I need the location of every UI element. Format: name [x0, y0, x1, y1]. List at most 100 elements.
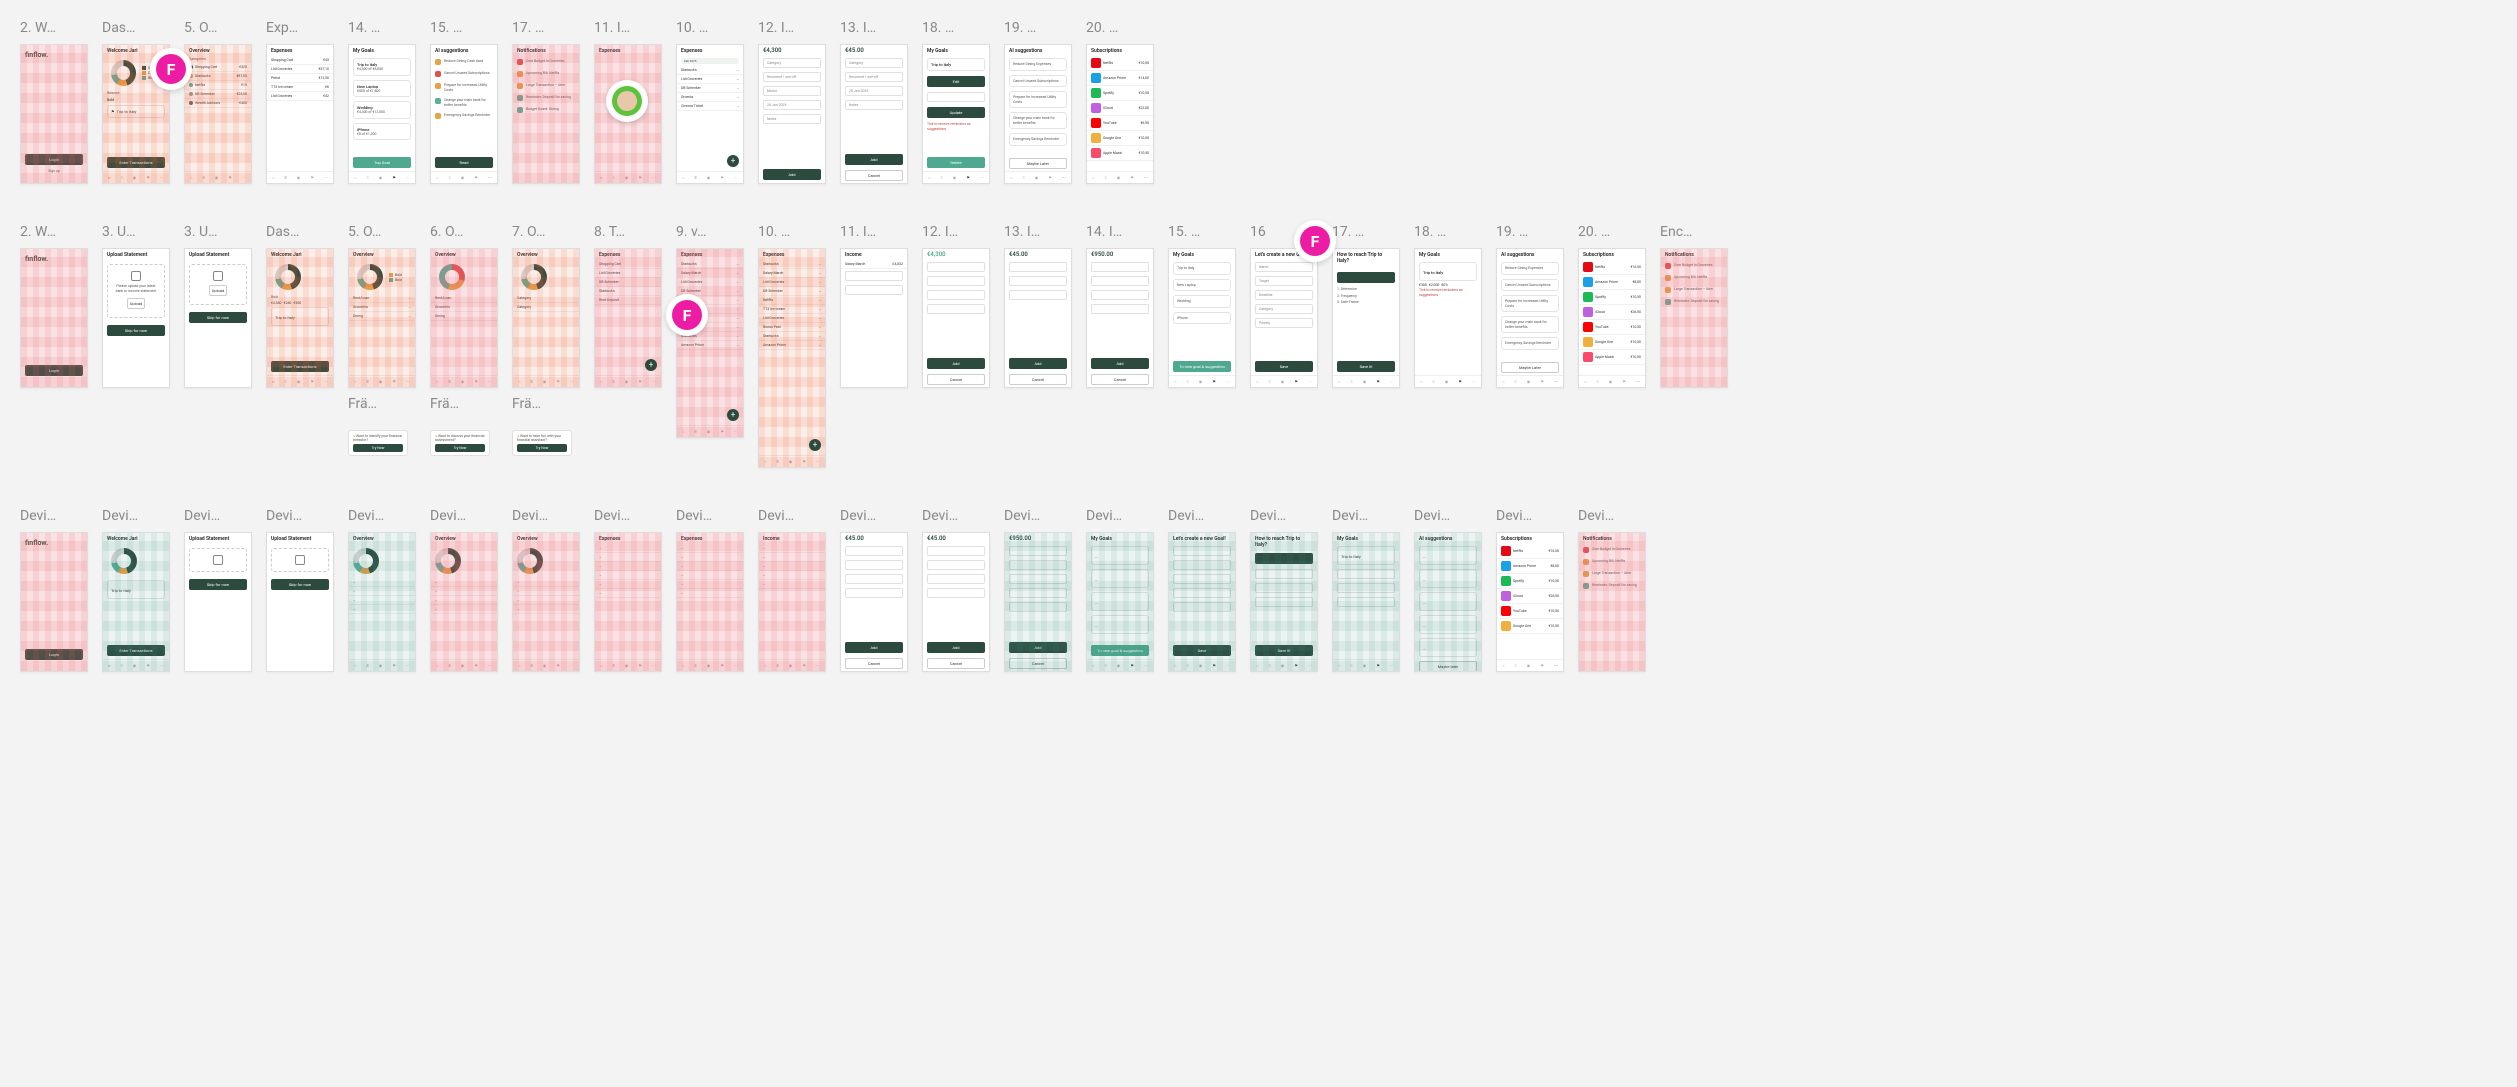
- frame-label[interactable]: Devi…: [1332, 508, 1400, 526]
- frame-income[interactable]: Income Salary March£4,832: [840, 248, 908, 388]
- frame-label[interactable]: 19. …: [1004, 20, 1072, 38]
- card[interactable]: …: [1419, 546, 1477, 565]
- frame-label[interactable]: Devi…: [102, 508, 170, 526]
- figma-canvas[interactable]: 2. W… finflow. Login Sign up Das… Welcom…: [20, 20, 2497, 672]
- frame-new-goal[interactable]: Let's create a new Goal! Name Target Dea…: [1250, 248, 1318, 388]
- expense-row[interactable]: Lidl Groceries…: [759, 278, 825, 287]
- cta-button[interactable]: Enter Transactions: [107, 157, 165, 168]
- tabbar[interactable]: ⌂≡◉⚑⋯: [1251, 659, 1317, 671]
- expense-row[interactable]: Salary March…: [759, 269, 825, 278]
- device-frame[interactable]: €45.00 AddCancel: [922, 532, 990, 672]
- frame-ai-suggestions[interactable]: AI suggestions Reduce Dining Cash back C…: [430, 44, 498, 184]
- add-fab[interactable]: +: [645, 359, 657, 371]
- subscription-row[interactable]: Netflix€10,50: [1087, 56, 1153, 71]
- input-field[interactable]: [1173, 602, 1231, 612]
- card[interactable]: …: [1091, 569, 1149, 588]
- frame-label[interactable]: Devi…: [266, 508, 334, 526]
- device-frame[interactable]: Let's create a new Goal! Save⌂≡◉⚑⋯: [1168, 532, 1236, 672]
- subscription-row[interactable]: Amazon Prime€8,00: [1497, 559, 1563, 574]
- input-field[interactable]: [1009, 560, 1067, 570]
- update-button[interactable]: Update: [927, 107, 985, 118]
- frame-label[interactable]: 20. …: [1086, 20, 1154, 38]
- frame-label[interactable]: Devi…: [20, 508, 88, 526]
- subscription-row[interactable]: Google One€10,50: [1497, 619, 1563, 634]
- tabbar[interactable]: ⌂≡◉⚑⋯: [1169, 659, 1235, 671]
- input-field[interactable]: [1337, 583, 1395, 593]
- upload-dropzone[interactable]: Please upload your latest bank or income…: [107, 264, 165, 318]
- card[interactable]: …: [1419, 592, 1477, 611]
- device-frame[interactable]: Expenses………………⌂≡◉⚑⋯: [676, 532, 744, 672]
- device-frame[interactable]: Overview…………⌂≡◉⚑⋯: [512, 532, 580, 672]
- expense-row[interactable]: TT3 Ice cream…: [759, 305, 825, 314]
- login-button[interactable]: Login: [25, 365, 83, 376]
- tabbar[interactable]: ⌂≡◉⚑⋯: [431, 659, 497, 671]
- card[interactable]: Trip to Italy: [107, 580, 165, 599]
- input-field[interactable]: [927, 560, 985, 570]
- device-frame[interactable]: Upload StatementSkip for now: [266, 532, 334, 672]
- frame-amount-4300[interactable]: €4,300 Add Cancel: [922, 248, 990, 388]
- frame-goals[interactable]: My Goals Trip to Italy New Laptop Weddin…: [1168, 248, 1236, 388]
- device-frame[interactable]: Upload StatementSkip for now: [184, 532, 252, 672]
- frame-welcome[interactable]: finflow. Login: [20, 248, 88, 388]
- button[interactable]: Add: [927, 642, 985, 653]
- add-fab[interactable]: +: [727, 409, 739, 421]
- input-field[interactable]: [1337, 597, 1395, 607]
- device-frame[interactable]: €45.00 AddCancel: [840, 532, 908, 672]
- frame-label[interactable]: 2. W…: [20, 20, 88, 38]
- frame-label[interactable]: Devi…: [922, 508, 990, 526]
- frame-label[interactable]: 12. I…: [758, 20, 826, 38]
- tabbar[interactable]: ⌂≡◉⚑⋯: [759, 659, 825, 671]
- cancel-button[interactable]: Cancel: [1009, 658, 1067, 669]
- date-field[interactable]: 28.Jan 2025: [763, 100, 821, 110]
- input-field[interactable]: [1009, 602, 1067, 612]
- read-button[interactable]: Read: [435, 157, 493, 168]
- device-frame[interactable]: How to reach Trip to Italy? Save it!⌂≡◉⚑…: [1250, 532, 1318, 672]
- add-button[interactable]: Add: [845, 154, 903, 165]
- input-field[interactable]: [1255, 583, 1313, 593]
- frame-label[interactable]: 5. O…: [184, 20, 252, 38]
- frame-overview[interactable]: Overview BoldBold Rent/Loan… Groceries… …: [348, 248, 416, 388]
- add-fab[interactable]: +: [809, 439, 821, 451]
- frame-label[interactable]: Devi…: [840, 508, 908, 526]
- card[interactable]: Trip to Italy: [1337, 546, 1395, 565]
- input-field[interactable]: [1173, 546, 1231, 556]
- subscription-row[interactable]: iCloud€22,00: [1087, 101, 1153, 116]
- input-field[interactable]: [1009, 546, 1067, 556]
- frame-expenses-long[interactable]: Expenses Starbucks…Salary March…Lidl Gro…: [676, 248, 744, 438]
- expense-row[interactable]: Lidl Groceries…: [759, 314, 825, 323]
- frame-notifications[interactable]: Notifications Over Budget in Groceries U…: [512, 44, 580, 184]
- device-frame[interactable]: My Goals…………To new goal & suggestion⌂≡◉⚑…: [1086, 532, 1154, 672]
- input-field[interactable]: [927, 546, 985, 556]
- frame-expenses-scroll[interactable]: Expenses Starbucks…Salary March…Lidl Gro…: [758, 248, 826, 468]
- tabbar[interactable]: ⌂≡◉⚑⋯: [1333, 659, 1399, 671]
- subscription-row[interactable]: Apple Music€10,50: [1087, 146, 1153, 161]
- cancel-button[interactable]: Cancel: [845, 170, 903, 181]
- button[interactable]: [1255, 553, 1313, 564]
- frame-label[interactable]: Devi…: [184, 508, 252, 526]
- prompt-chip[interactable]: ● Want to discuss your financial assessm…: [430, 430, 490, 456]
- frame-label[interactable]: Devi…: [512, 508, 580, 526]
- frame-my-goals[interactable]: My Goals Trip to Italy€4,300 of €6,000 N…: [348, 44, 416, 184]
- frame-goal-detail[interactable]: My Goals Trip to Italy Edit Update Tick …: [922, 44, 990, 184]
- card[interactable]: …: [1419, 638, 1477, 657]
- expense-row[interactable]: Starbucks…: [759, 332, 825, 341]
- upload-button[interactable]: Upload: [127, 298, 146, 309]
- input-field[interactable]: [845, 588, 903, 598]
- notes-field[interactable]: Notes: [763, 114, 821, 124]
- cta-button[interactable]: Enter Transactions: [107, 645, 165, 656]
- frame-amount-input[interactable]: €4,300 Category Recurrent / one-off Memo…: [758, 44, 826, 184]
- add-button[interactable]: Add: [763, 169, 821, 180]
- frame-label[interactable]: Devi…: [430, 508, 498, 526]
- tabbar[interactable]: ⌂≡◉⚑⋯: [677, 659, 743, 671]
- skip-button[interactable]: Skip for now: [189, 579, 247, 590]
- button[interactable]: Save: [1173, 645, 1231, 656]
- subscription-row[interactable]: YouTube€6,90: [1087, 116, 1153, 131]
- button[interactable]: Add: [845, 642, 903, 653]
- frame-label[interactable]: Devi…: [1578, 508, 1646, 526]
- input-field[interactable]: [1255, 569, 1313, 579]
- device-frame[interactable]: Overview…………⌂≡◉⚑⋯: [348, 532, 416, 672]
- frame-amount-950[interactable]: €950.00 Add Cancel: [1086, 248, 1154, 388]
- frame-overview-2[interactable]: Overview Rent/Loan Groceries Dining ⌂≡◉⚑…: [430, 248, 498, 388]
- input-field[interactable]: [1255, 597, 1313, 607]
- frame-label[interactable]: 15. …: [430, 20, 498, 38]
